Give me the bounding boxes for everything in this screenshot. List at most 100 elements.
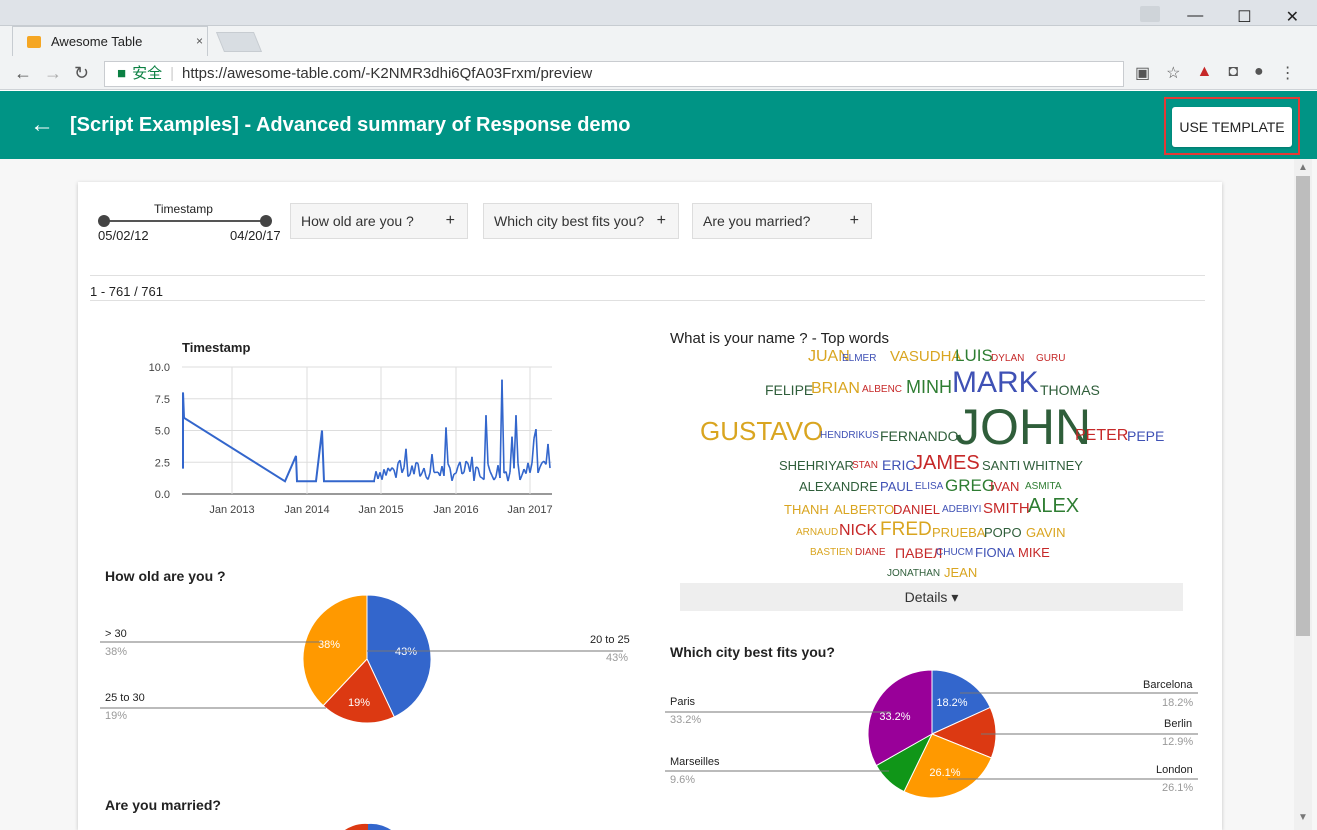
page-title: [Script Examples] - Advanced summary of … [70, 114, 631, 136]
wordcloud-word: ALEX [1028, 495, 1080, 517]
wordcloud-word: GAVIN [1026, 525, 1066, 540]
timestamp-series-segment [431, 454, 435, 473]
timestamp-series-segment [451, 473, 455, 482]
wordcloud-word: JOHN [955, 399, 1092, 455]
wordcloud-word: NICK [839, 522, 878, 539]
city-chart-title: Which city best fits you? [670, 644, 835, 660]
scroll-up-icon[interactable]: ▲ [1298, 162, 1308, 173]
y-tick-label: 5.0 [155, 426, 170, 438]
timestamp-line-chart: Timestamp 10.0 7.5 5.0 2.5 0.0 Jan 2013 Jan 2… [149, 340, 553, 516]
profile-icon[interactable] [1140, 6, 1160, 22]
details-toggle[interactable]: Details ▾ [680, 583, 1183, 611]
menu-icon[interactable]: ⋮ [1280, 63, 1296, 83]
new-tab-button[interactable] [215, 32, 263, 52]
timestamp-series-segment [453, 472, 457, 475]
age-legend-pct: 38% [105, 646, 128, 658]
city-legend-pct: 9.6% [670, 774, 696, 786]
timestamp-series-segment [405, 448, 409, 477]
wordcloud-word: ARNAUD [796, 527, 839, 538]
scrollbar-thumb[interactable] [1296, 176, 1310, 636]
timestamp-slider-track[interactable] [104, 220, 268, 222]
wordcloud-word: GUSTAVO [700, 416, 824, 446]
y-tick-label: 2.5 [155, 457, 170, 469]
wordcloud-word: ELISA [915, 481, 944, 492]
timestamp-series-segment [395, 463, 399, 478]
back-arrow-icon[interactable]: ← [30, 111, 54, 139]
city-legend-label: Paris [670, 696, 696, 708]
timestamp-series-segment [485, 415, 489, 465]
extension-icons: ▣ ☆ ▲ ◘ ● ⋮ [1135, 63, 1296, 83]
extension-icon[interactable]: ● [1254, 63, 1264, 83]
reload-icon[interactable]: ↻ [74, 63, 89, 84]
wordcloud-word: POPO [984, 525, 1022, 540]
timestamp-series-segment [413, 462, 417, 475]
wordcloud-title: What is your name ? - Top words [670, 330, 889, 347]
timestamp-slider-end-handle[interactable] [260, 215, 272, 227]
timestamp-chart-title: Timestamp [182, 340, 250, 355]
minimize-icon[interactable]: — [1187, 7, 1203, 27]
pie-slice-label: 38% [318, 639, 340, 651]
timestamp-series-segment [475, 466, 479, 469]
bookmark-star-icon[interactable]: ☆ [1166, 63, 1180, 83]
wordcloud-word: BASTIEN [810, 547, 853, 558]
wordcloud-word: ELMER [842, 353, 877, 364]
timestamp-end: 04/20/17 [230, 228, 281, 243]
city-legend-pct: 12.9% [1162, 736, 1194, 748]
age-legend-label: > 30 [105, 628, 127, 640]
address-bar[interactable]: ■ 安全 | https://awesome-table.com/-K2NMR3dhi… [104, 61, 1124, 87]
scroll-down-icon[interactable]: ▼ [1298, 812, 1308, 823]
married-chart-title: Are you married? [105, 797, 221, 813]
plus-icon: + [849, 212, 859, 229]
timestamp-series-segment [493, 476, 497, 481]
wordcloud-word: VASUDHA [890, 348, 962, 365]
wordcloud-word: ASMITA [1025, 481, 1062, 492]
wordcloud-word: JEAN [944, 565, 978, 580]
city-legend-pct: 26.1% [1162, 782, 1194, 794]
tab-close-icon[interactable]: × [196, 34, 203, 48]
wordcloud-word: PEPE [1127, 428, 1165, 444]
age-legend-label: 25 to 30 [105, 692, 145, 704]
city-pie-chart: 18.2% 26.1% 33.2% [665, 669, 1198, 799]
timestamp-start: 05/02/12 [98, 228, 149, 243]
wordcloud-word: GREG [945, 476, 996, 495]
timestamp-slider-start-handle[interactable] [98, 215, 110, 227]
filter-age[interactable]: How old are you ? + [290, 203, 468, 239]
wordcloud-word: THOMAS [1040, 382, 1100, 398]
divider [90, 275, 1205, 276]
age-legend-pct: 43% [606, 652, 629, 664]
toolbar: ← → ↻ ■ 安全 | https://awesome-table.com/-K2N… [0, 58, 1317, 90]
close-window-icon[interactable]: ✕ [1286, 7, 1299, 27]
timestamp-series-segment [459, 461, 463, 475]
pie-slice-label: 18.2% [936, 697, 967, 709]
timestamp-series-segment [415, 461, 419, 465]
back-icon[interactable]: ← [14, 63, 32, 84]
timestamp-series-segment [471, 456, 475, 481]
pdf-extension-icon[interactable]: ▲ [1196, 63, 1212, 83]
camera-icon[interactable]: ◘ [1228, 63, 1238, 83]
wordcloud-word: LUIS [955, 346, 993, 365]
timestamp-series-segment [427, 472, 431, 480]
filter-married[interactable]: Are you married? + [692, 203, 872, 239]
timestamp-series-segment [447, 463, 451, 469]
divider [90, 300, 1205, 301]
filter-married-label: Are you married? [703, 213, 811, 229]
wordcloud-word: GURU [1036, 353, 1066, 364]
age-chart-title: How old are you ? [105, 568, 226, 584]
city-legend-pct: 33.2% [670, 714, 702, 726]
wordcloud-word: STAN [852, 460, 878, 471]
wordcloud-word: ALBENC [862, 384, 903, 395]
wordcloud-word: ALEXANDRE [799, 479, 878, 494]
filter-city[interactable]: Which city best fits you? + [483, 203, 679, 239]
forward-icon[interactable]: → [44, 63, 62, 84]
browser-tab[interactable]: Awesome Table × [12, 26, 208, 56]
x-tick-label: Jan 2013 [209, 504, 254, 516]
pie-slice-label: 43% [395, 646, 417, 658]
translate-icon[interactable]: ▣ [1135, 63, 1150, 83]
timestamp-filter[interactable]: Timestamp 05/02/12 04/20/17 [96, 198, 281, 244]
timestamp-series-segment [489, 470, 493, 476]
age-legend-label: 20 to 25 [590, 634, 630, 646]
maximize-icon[interactable]: ☐ [1237, 7, 1251, 27]
use-template-button[interactable]: USE TEMPLATE [1172, 107, 1292, 147]
y-tick-label: 7.5 [155, 394, 170, 406]
url-host: awesome-table.com [227, 65, 362, 82]
